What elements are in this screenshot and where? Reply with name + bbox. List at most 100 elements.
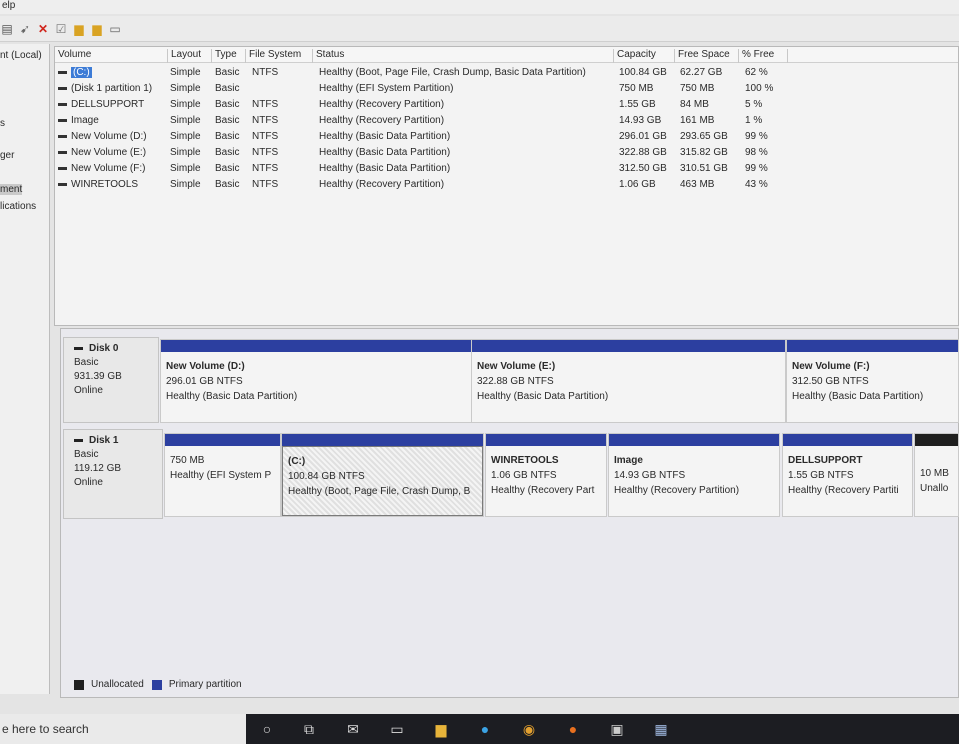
folder-refresh-icon[interactable]: ▆ xyxy=(90,22,104,36)
volume-name: Image xyxy=(71,115,99,126)
partition-cap xyxy=(609,434,779,446)
cortana-icon[interactable]: ○ xyxy=(258,720,276,738)
volume-name: New Volume (E:) xyxy=(71,147,147,158)
partition-cap xyxy=(472,340,785,352)
mail-icon[interactable]: ✉ xyxy=(344,720,362,738)
col-volume[interactable]: Volume xyxy=(55,49,168,63)
col-percent-free[interactable]: % Free xyxy=(738,49,786,63)
unallocated-swatch xyxy=(74,679,84,690)
col-capacity[interactable]: Capacity xyxy=(613,49,673,63)
cell-free: 62.27 GB xyxy=(680,67,723,78)
partition-status: Healthy (Recovery Part xyxy=(491,485,595,496)
cell-layout: Simple xyxy=(170,163,201,174)
cell-capacity: 750 MB xyxy=(619,83,654,94)
table-row[interactable]: (C:) Simple Basic NTFS Healthy (Boot, Page F… xyxy=(55,66,958,82)
terminal-icon[interactable]: ▭ xyxy=(388,720,406,738)
cell-fs: NTFS xyxy=(252,163,279,174)
partition-body: New Volume (E:) 322.88 GB NTFS Healthy (… xyxy=(472,352,785,422)
menu-bar: elp xyxy=(0,0,959,14)
partition-f[interactable]: New Volume (F:) 312.50 GB NTFS Healthy (… xyxy=(786,339,959,423)
partition-dellsupport[interactable]: DELLSUPPORT 1.55 GB NTFS Healthy (Recove… xyxy=(782,433,913,517)
edge-icon[interactable]: ● xyxy=(476,720,494,738)
col-free-space[interactable]: Free Space xyxy=(674,49,737,63)
partition-size: 1.06 GB NTFS xyxy=(491,470,557,481)
partition-efi[interactable]: 750 MB Healthy (EFI System P xyxy=(164,433,281,517)
partition-cap xyxy=(787,340,958,352)
partition-unallocated[interactable]: 10 MB Unallo xyxy=(914,433,959,517)
folder-icon[interactable]: ▆ xyxy=(72,22,86,36)
check-icon[interactable]: ☑ xyxy=(54,22,68,36)
cell-layout: Simple xyxy=(170,99,201,110)
menu-help[interactable]: elp xyxy=(2,0,15,11)
cell-free: 463 MB xyxy=(680,179,715,190)
partition-e[interactable]: New Volume (E:) 322.88 GB NTFS Healthy (… xyxy=(471,339,786,423)
legend: Unallocated Primary partition xyxy=(74,679,242,690)
partition-d[interactable]: New Volume (D:) 296.01 GB NTFS Healthy (… xyxy=(160,339,472,423)
tree-item-disk-management[interactable]: ment xyxy=(0,184,23,195)
cell-free: 161 MB xyxy=(680,115,715,126)
cell-status: Healthy (Recovery Partition) xyxy=(319,99,445,110)
cell-type: Basic xyxy=(215,147,240,158)
partition-c[interactable]: (C:) 100.84 GB NTFS Healthy (Boot, Page … xyxy=(281,433,484,517)
primary-swatch xyxy=(151,679,162,690)
window-icon[interactable]: ▭ xyxy=(108,22,122,36)
pin-icon[interactable]: ➹ xyxy=(18,22,32,36)
partition-size: 312.50 GB NTFS xyxy=(792,376,869,387)
volume-icon xyxy=(58,166,67,170)
cell-capacity: 100.84 GB xyxy=(619,67,667,78)
cell-status: Healthy (Basic Data Partition) xyxy=(319,131,451,142)
tree-item-manager[interactable]: ger xyxy=(0,150,14,161)
tree-item-applications[interactable]: lications xyxy=(0,201,36,212)
partition-winretools[interactable]: WINRETOOLS 1.06 GB NTFS Healthy (Recover… xyxy=(485,433,607,517)
col-status[interactable]: Status xyxy=(312,49,612,63)
cell-fs: NTFS xyxy=(252,67,279,78)
tree-item-local[interactable]: nt (Local) xyxy=(0,50,42,61)
photos-icon[interactable]: ▣ xyxy=(608,720,626,738)
cell-type: Basic xyxy=(215,131,240,142)
legend-unallocated: Unallocated xyxy=(91,679,144,690)
disk-management-icon[interactable]: ▦ xyxy=(652,720,670,738)
cell-volume: WINRETOOLS xyxy=(58,179,138,190)
table-row[interactable]: Image Simple Basic NTFS Healthy (Recovery Pa… xyxy=(55,114,958,130)
partition-name: Image xyxy=(614,455,643,466)
file-explorer-icon[interactable]: ▆ xyxy=(432,720,450,738)
firefox-icon[interactable]: ● xyxy=(564,720,582,738)
volume-icon xyxy=(58,182,67,186)
cell-type: Basic xyxy=(215,83,240,94)
cell-status: Healthy (Boot, Page File, Crash Dump, Ba… xyxy=(319,67,586,78)
taskbar-search[interactable]: e here to search xyxy=(0,714,246,744)
partition-body: New Volume (F:) 312.50 GB NTFS Healthy (… xyxy=(787,352,958,422)
disk-1-label[interactable]: Disk 1 Basic 119.12 GB Online xyxy=(63,429,163,519)
view-icon[interactable]: ▤ xyxy=(0,22,14,36)
cell-volume: New Volume (F:) xyxy=(58,163,145,174)
volume-name: New Volume (F:) xyxy=(71,163,146,174)
cell-status: Healthy (Basic Data Partition) xyxy=(319,163,451,174)
task-view-icon[interactable]: ⧉ xyxy=(300,720,318,738)
table-row[interactable]: New Volume (D:) Simple Basic NTFS Healthy (B… xyxy=(55,130,958,146)
partition-size: 10 MB xyxy=(920,468,949,479)
partition-cap xyxy=(282,434,483,446)
volume-name: (C:) xyxy=(71,67,92,78)
table-row[interactable]: New Volume (E:) Simple Basic NTFS Healthy (B… xyxy=(55,146,958,162)
disk-1-status: Online xyxy=(74,477,103,488)
delete-icon[interactable]: ✕ xyxy=(36,22,50,36)
tree-item-s[interactable]: s xyxy=(0,118,5,129)
partition-cap xyxy=(165,434,280,446)
cell-fs: NTFS xyxy=(252,147,279,158)
volume-icon xyxy=(58,102,67,106)
volume-name: New Volume (D:) xyxy=(71,131,147,142)
cell-capacity: 1.06 GB xyxy=(619,179,656,190)
col-layout[interactable]: Layout xyxy=(167,49,213,63)
disk-0-label[interactable]: Disk 0 Basic 931.39 GB Online xyxy=(63,337,159,423)
col-type[interactable]: Type xyxy=(211,49,245,63)
table-row[interactable]: DELLSUPPORT Simple Basic NTFS Healthy (Recov… xyxy=(55,98,958,114)
table-row[interactable]: New Volume (F:) Simple Basic NTFS Healthy (B… xyxy=(55,162,958,178)
cell-layout: Simple xyxy=(170,67,201,78)
cell-pct: 98 % xyxy=(745,147,768,158)
chrome-icon[interactable]: ◉ xyxy=(520,720,538,738)
col-file-system[interactable]: File System xyxy=(245,49,311,63)
table-row[interactable]: (Disk 1 partition 1) Simple Basic Healthy (… xyxy=(55,82,958,98)
partition-name: DELLSUPPORT xyxy=(788,455,863,466)
table-row[interactable]: WINRETOOLS Simple Basic NTFS Healthy (Recove… xyxy=(55,178,958,194)
partition-image[interactable]: Image 14.93 GB NTFS Healthy (Recovery Pa… xyxy=(608,433,780,517)
